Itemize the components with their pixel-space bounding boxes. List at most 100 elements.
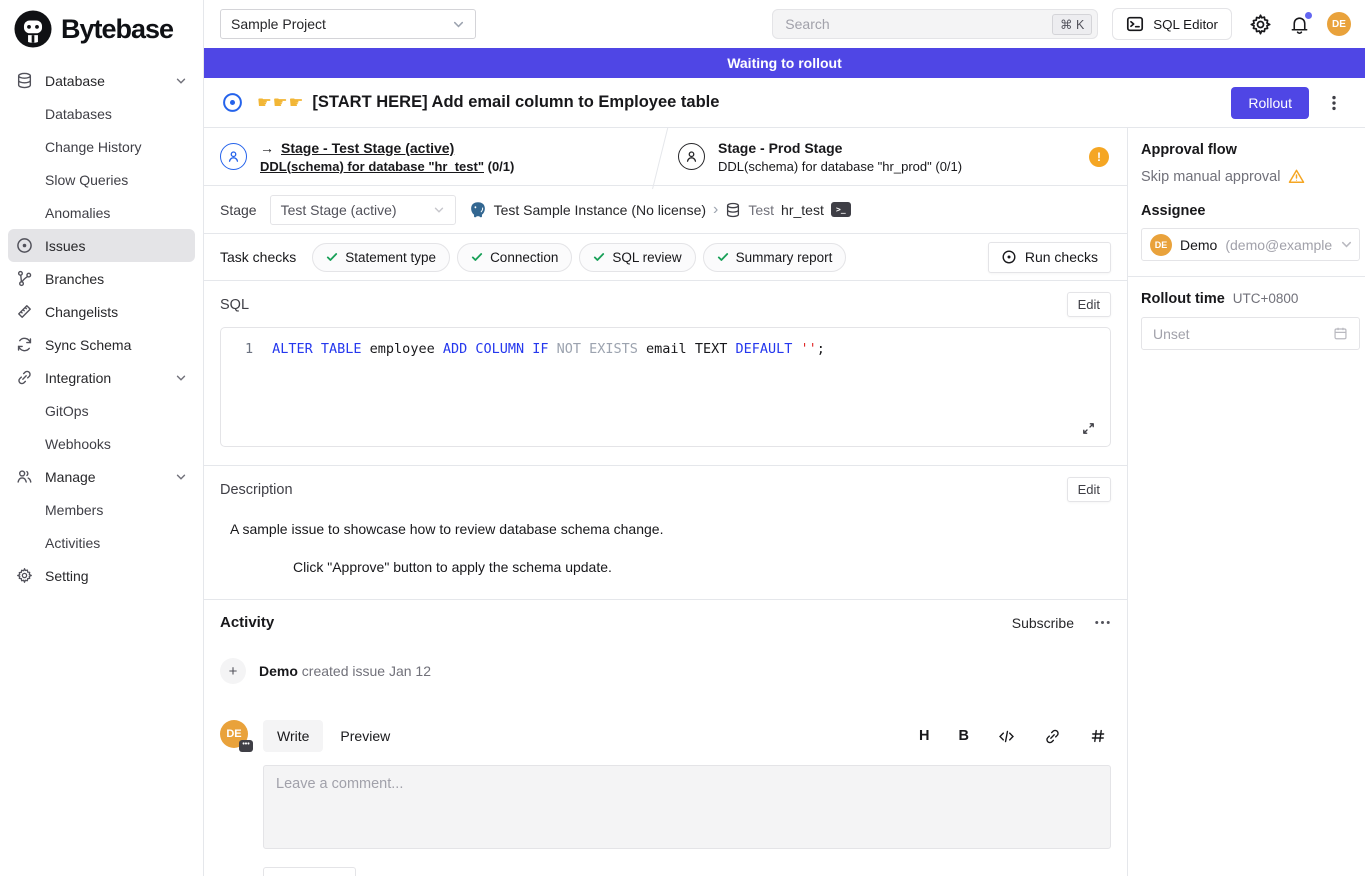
- notification-dot: [1305, 12, 1312, 19]
- sidebar-item-webhooks[interactable]: Webhooks: [8, 427, 195, 460]
- project-select-value: Sample Project: [231, 16, 326, 32]
- sidebar-item-label: Branches: [45, 271, 104, 287]
- check-success-icon: [593, 251, 605, 263]
- chevron-down-icon: [175, 75, 187, 87]
- sidebar-item-setting[interactable]: Setting: [8, 559, 195, 592]
- chevron-down-icon: [1340, 238, 1353, 251]
- sidebar-item-database[interactable]: Database: [8, 64, 195, 97]
- sidebar-item-integration[interactable]: Integration: [8, 361, 195, 394]
- assignee-email: (demo@example: [1225, 237, 1332, 253]
- sidebar-item-manage[interactable]: Manage: [8, 460, 195, 493]
- comment-area: DE ••• WritePreview H B: [220, 720, 1111, 876]
- sql-token: ADD COLUMN IF: [443, 341, 549, 357]
- instance-name[interactable]: Test Sample Instance (No license): [494, 202, 706, 218]
- search-input[interactable]: [785, 16, 1052, 32]
- rollout-time-value: Unset: [1153, 326, 1190, 342]
- sql-token: NOT EXISTS: [557, 341, 638, 357]
- assignee-name: Demo: [1180, 237, 1217, 253]
- activity-section: Activity Subscribe +Demo created issue J…: [204, 600, 1127, 876]
- sidebar-item-databases[interactable]: Databases: [8, 97, 195, 130]
- bytebase-logo-icon: [14, 10, 52, 48]
- rollout-time-input[interactable]: Unset: [1141, 317, 1360, 350]
- sql-token: '': [801, 341, 817, 357]
- assignee-select[interactable]: DE Demo (demo@example: [1141, 228, 1360, 261]
- chevron-down-icon: [175, 471, 187, 483]
- sql-editor-button[interactable]: SQL Editor: [1112, 8, 1232, 40]
- comment-input[interactable]: [263, 765, 1111, 849]
- sidebar-item-changelists[interactable]: Changelists: [8, 295, 195, 328]
- comment-tabs: WritePreview H B: [263, 720, 1111, 752]
- task-checks-label: Task checks: [220, 249, 296, 265]
- description-edit-button[interactable]: Edit: [1067, 477, 1111, 502]
- rollout-button[interactable]: Rollout: [1231, 87, 1309, 119]
- hash-format-icon[interactable]: [1090, 728, 1106, 744]
- code-format-icon[interactable]: [998, 728, 1015, 745]
- database-icon: [16, 72, 34, 89]
- description-paragraph: Click "Approve" button to apply the sche…: [293, 559, 1111, 575]
- issue-header: ☛☛☛ [START HERE] Add email column to Emp…: [204, 78, 1365, 128]
- breadcrumb-chevron-icon: ›: [713, 201, 718, 219]
- tab-write[interactable]: Write: [263, 720, 323, 752]
- sql-edit-button[interactable]: Edit: [1067, 292, 1111, 317]
- user-avatar[interactable]: DE: [1327, 12, 1351, 36]
- run-checks-button[interactable]: Run checks: [988, 242, 1111, 273]
- brand-logo[interactable]: Bytebase: [0, 0, 203, 64]
- activity-meta: created issue Jan 12: [298, 663, 431, 679]
- database-name[interactable]: hr_test: [781, 202, 824, 218]
- sidebar-item-label: Database: [45, 73, 105, 89]
- sidebar-item-issues[interactable]: Issues: [8, 229, 195, 262]
- search-box[interactable]: ⌘ K: [772, 9, 1098, 39]
- link-format-icon[interactable]: [1044, 728, 1061, 745]
- sidebar-item-label: Manage: [45, 469, 96, 485]
- check-pill-label: Summary report: [736, 250, 833, 265]
- sidebar-item-branches[interactable]: Branches: [8, 262, 195, 295]
- check-pill-connection[interactable]: Connection: [457, 243, 572, 272]
- check-pill-sql-review[interactable]: SQL review: [579, 243, 695, 272]
- sql-console-icon[interactable]: >_: [831, 202, 851, 217]
- comment-submit-button[interactable]: Comment: [263, 867, 356, 876]
- content-row: → Stage - Test Stage (active) DDL(schema…: [204, 128, 1365, 876]
- tab-preview[interactable]: Preview: [326, 720, 404, 752]
- sidebar-item-label: Members: [45, 502, 103, 518]
- check-pill-statement-type[interactable]: Statement type: [312, 243, 450, 272]
- sql-token: employee: [362, 341, 443, 357]
- kebab-menu-icon[interactable]: [1323, 92, 1345, 114]
- check-pill-summary-report[interactable]: Summary report: [703, 243, 847, 272]
- description-section: Description Edit A sample issue to showc…: [204, 466, 1127, 600]
- sidebar-item-change-history[interactable]: Change History: [8, 130, 195, 163]
- top-bar: Sample Project ⌘ K SQL Editor: [204, 0, 1365, 48]
- terminal-icon: [1126, 15, 1144, 33]
- sidebar-item-members[interactable]: Members: [8, 493, 195, 526]
- stage-prod[interactable]: Stage - Prod Stage DDL(schema) for datab…: [660, 140, 1127, 174]
- more-options-icon[interactable]: [1094, 614, 1111, 631]
- stage-select-value: Test Stage (active): [281, 202, 397, 218]
- sidebar-item-sync-schema[interactable]: Sync Schema: [8, 328, 195, 361]
- issue-title: ☛☛☛ [START HERE] Add email column to Emp…: [257, 93, 719, 113]
- subscribe-button[interactable]: Subscribe: [1012, 615, 1074, 631]
- activity-title: Activity: [220, 614, 274, 631]
- sidebar-item-activities[interactable]: Activities: [8, 526, 195, 559]
- check-success-icon: [717, 251, 729, 263]
- project-select[interactable]: Sample Project: [220, 9, 476, 39]
- expand-fullscreen-icon[interactable]: [1081, 421, 1096, 436]
- center-column: → Stage - Test Stage (active) DDL(schema…: [204, 128, 1128, 876]
- stage-select[interactable]: Test Stage (active): [270, 195, 456, 225]
- activity-entries: +Demo created issue Jan 12: [220, 658, 1111, 684]
- sidebar-item-anomalies[interactable]: Anomalies: [8, 196, 195, 229]
- person-icon: [220, 143, 247, 170]
- environment-name: Test: [748, 202, 774, 218]
- bold-format-button[interactable]: B: [959, 728, 969, 744]
- stage-task: DDL(schema) for database "hr_test": [260, 159, 484, 174]
- stage-task-count: (0/1): [935, 159, 962, 174]
- notification-bell-icon[interactable]: [1289, 14, 1310, 35]
- avatar-initials: DE: [226, 728, 241, 740]
- sidebar-item-slow-queries[interactable]: Slow Queries: [8, 163, 195, 196]
- heading-format-button[interactable]: H: [919, 728, 929, 744]
- assignee-title: Assignee: [1141, 203, 1360, 219]
- task-checks-row: Task checks Statement typeConnectionSQL …: [204, 234, 1127, 281]
- sql-code-block[interactable]: 1 ALTER TABLE employee ADD COLUMN IF NOT…: [220, 327, 1111, 447]
- settings-gear-icon[interactable]: [1249, 13, 1272, 36]
- check-success-icon: [471, 251, 483, 263]
- stage-test[interactable]: → Stage - Test Stage (active) DDL(schema…: [204, 140, 660, 174]
- sidebar-item-gitops[interactable]: GitOps: [8, 394, 195, 427]
